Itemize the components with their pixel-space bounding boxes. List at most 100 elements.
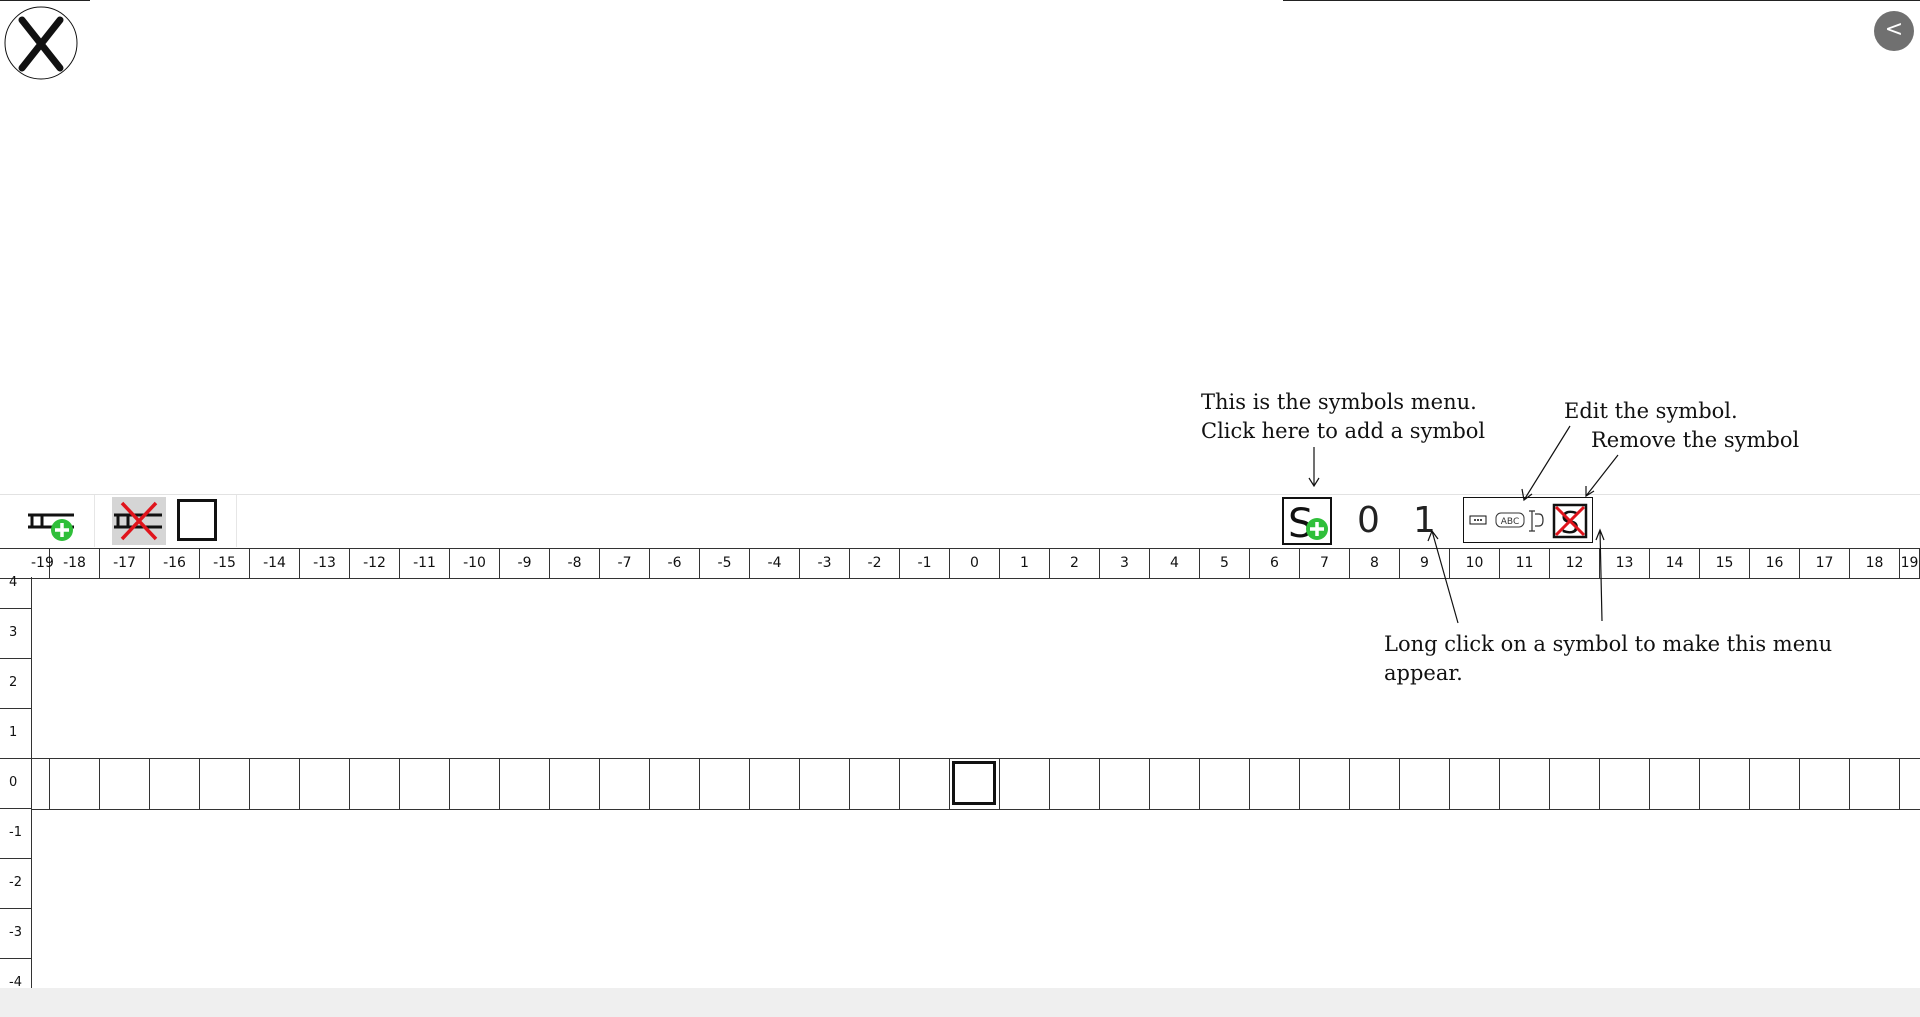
tape-cell[interactable]	[1300, 759, 1350, 809]
row-tick	[0, 608, 31, 609]
tape-cell[interactable]	[200, 759, 250, 809]
arrow-to-remove-symbol	[1585, 454, 1619, 498]
ruler-column-label: -1	[900, 549, 950, 578]
ruler-column-label: 12	[1550, 549, 1600, 578]
add-symbol-button[interactable]: S	[1282, 497, 1332, 547]
ruler-column-label: 0	[950, 549, 1000, 578]
ruler-column-label: 4	[1150, 549, 1200, 578]
ruler-column-label: 3	[1100, 549, 1150, 578]
tape-cell[interactable]	[150, 759, 200, 809]
remove-tape-icon	[114, 501, 162, 541]
add-symbol-icon: S	[1288, 501, 1328, 547]
row-label: 3	[9, 625, 18, 640]
menu-dots-icon	[1469, 515, 1487, 525]
tape-cell[interactable]	[1150, 759, 1200, 809]
ruler-column-label: -16	[150, 549, 200, 578]
ruler-column-label: -3	[800, 549, 850, 578]
row-label: -3	[9, 925, 22, 940]
back-button[interactable]: <	[1874, 11, 1914, 51]
annotation-edit-symbol: Edit the symbol.	[1564, 399, 1738, 423]
back-chevron-icon: <	[1884, 17, 1904, 42]
remove-tape-button[interactable]	[112, 497, 166, 545]
blank-symbol-button[interactable]	[177, 499, 217, 541]
ruler-column-label: -2	[850, 549, 900, 578]
tape-cell[interactable]	[1000, 759, 1050, 809]
bottom-bar	[0, 988, 1920, 1017]
tape-cell[interactable]	[1350, 759, 1400, 809]
symbol-menu-more-button[interactable]	[1468, 510, 1488, 530]
tape-cell[interactable]	[450, 759, 500, 809]
tape-cell[interactable]	[100, 759, 150, 809]
tape-cell[interactable]	[250, 759, 300, 809]
ruler-column-label: -9	[500, 549, 550, 578]
tape-head-cell[interactable]	[952, 761, 996, 805]
tape-cell[interactable]	[850, 759, 900, 809]
ruler-column-label: -12	[350, 549, 400, 578]
symbol-context-menu: ABC S	[1463, 497, 1593, 543]
tape-cell[interactable]	[800, 759, 850, 809]
tape-cell[interactable]	[1250, 759, 1300, 809]
tape-cell[interactable]	[1200, 759, 1250, 809]
ruler-column-label: 13	[1600, 549, 1650, 578]
tape-cell[interactable]	[1400, 759, 1450, 809]
tape-cell[interactable]	[350, 759, 400, 809]
ruler-column-label: 10	[1450, 549, 1500, 578]
ruler-column-label: 5	[1200, 549, 1250, 578]
ruler-column-label: 8	[1350, 549, 1400, 578]
tape-cell[interactable]	[1500, 759, 1550, 809]
tape-cell[interactable]	[1750, 759, 1800, 809]
tape-cell[interactable]	[1450, 759, 1500, 809]
tape-cell[interactable]	[1900, 759, 1920, 809]
annotation-long-click-line2: appear.	[1384, 661, 1463, 685]
add-tape-button[interactable]	[24, 499, 80, 543]
ruler-column-label: 9	[1400, 549, 1450, 578]
ruler-column-label: 11	[1500, 549, 1550, 578]
ruler-column-label: 2	[1050, 549, 1100, 578]
tape-cell[interactable]	[650, 759, 700, 809]
tape-cell[interactable]	[300, 759, 350, 809]
close-button[interactable]	[4, 6, 78, 80]
symbol-1[interactable]: 1	[1413, 499, 1436, 543]
tape-cell[interactable]	[1550, 759, 1600, 809]
ruler-column-label: 19	[1900, 549, 1920, 578]
tape-cell[interactable]	[1600, 759, 1650, 809]
tape-cell[interactable]	[1050, 759, 1100, 809]
row-label: -1	[9, 825, 22, 840]
annotation-symbols-menu-line2: Click here to add a symbol	[1201, 419, 1486, 443]
tape-cell[interactable]	[1850, 759, 1900, 809]
tape-cell[interactable]	[1100, 759, 1150, 809]
ruler-column-label: 17	[1800, 549, 1850, 578]
tape-cell[interactable]	[1800, 759, 1850, 809]
tape-cell[interactable]	[550, 759, 600, 809]
symbol-0[interactable]: 0	[1357, 499, 1380, 543]
add-tape-icon	[28, 513, 74, 541]
ruler-column-label: 15	[1700, 549, 1750, 578]
edit-label: ABC	[1501, 517, 1519, 527]
tape-cell[interactable]	[400, 759, 450, 809]
tape-cell[interactable]	[1650, 759, 1700, 809]
row-tick	[0, 658, 31, 659]
ruler-column-label: -13	[300, 549, 350, 578]
ruler-column-label: 7	[1300, 549, 1350, 578]
tape-cell[interactable]	[600, 759, 650, 809]
toolbar: S 0 1 ABC S	[0, 494, 1920, 547]
tape-cell[interactable]	[750, 759, 800, 809]
ruler-column-label: 14	[1650, 549, 1700, 578]
delete-symbol-button[interactable]: S	[1552, 503, 1588, 541]
ruler-column-label: -18	[50, 549, 100, 578]
tape-cell[interactable]	[1700, 759, 1750, 809]
tape-cell[interactable]	[700, 759, 750, 809]
ruler-column-label: -7	[600, 549, 650, 578]
ruler-column-label: 18	[1850, 549, 1900, 578]
arrow-to-edit-symbol	[1521, 425, 1571, 502]
annotation-remove-symbol: Remove the symbol	[1591, 428, 1800, 452]
delete-symbol-icon: S	[1552, 503, 1588, 541]
tape-cell[interactable]	[500, 759, 550, 809]
row-label: 0	[9, 775, 18, 790]
tape-cell[interactable]	[31, 759, 50, 809]
tape-cell[interactable]	[50, 759, 100, 809]
ruler-column-label: -4	[750, 549, 800, 578]
edit-symbol-button[interactable]: ABC	[1495, 506, 1545, 536]
tape-cell[interactable]	[900, 759, 950, 809]
ruler-column-label: 16	[1750, 549, 1800, 578]
